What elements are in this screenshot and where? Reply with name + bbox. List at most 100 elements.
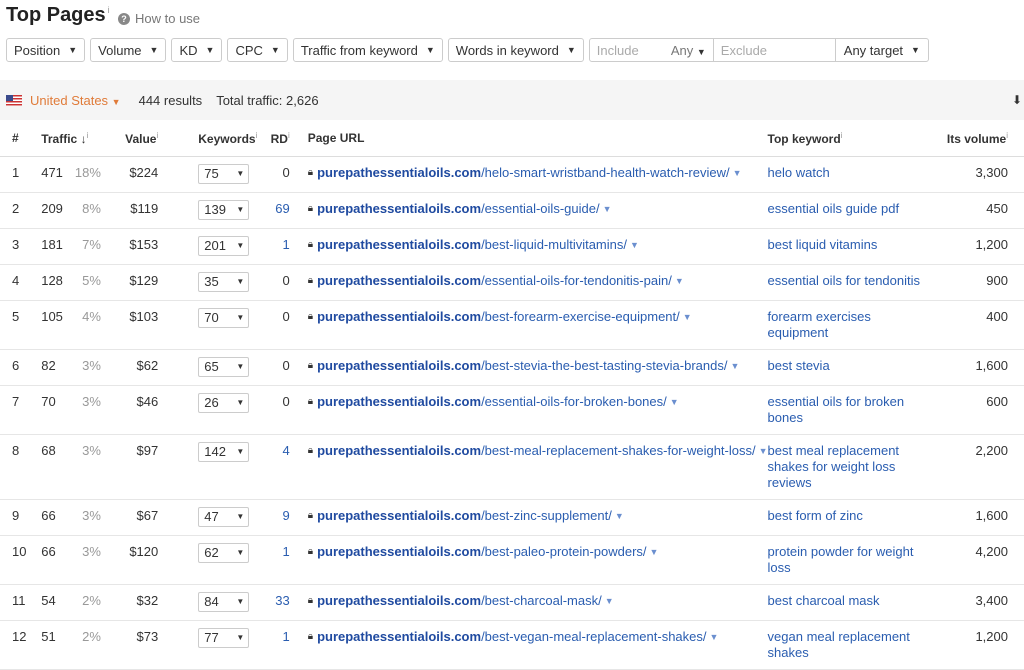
country-selector[interactable]: United States ▼ [30, 93, 121, 108]
referring-domains[interactable]: 1 [267, 621, 290, 653]
any-dropdown[interactable]: Any ▼ [671, 43, 706, 58]
chevron-down-icon[interactable]: ▼ [605, 593, 614, 609]
row-number: 2 [12, 201, 20, 216]
chevron-down-icon[interactable]: ▼ [615, 508, 624, 524]
keywords-dropdown[interactable]: 47 ▼ [198, 507, 250, 527]
lock-icon: 🔒︎ [307, 275, 314, 286]
chevron-down-icon[interactable]: ▼ [710, 629, 719, 645]
page-url-link[interactable]: 🔒︎ purepathessentialoils.com/essential-oi… [308, 386, 768, 418]
chevron-down-icon[interactable]: ▼ [730, 358, 739, 374]
export-icon[interactable]: ⬇ [1012, 93, 1024, 107]
chevron-down-icon[interactable]: ▼ [683, 309, 692, 325]
keyword-volume: 4,200 [975, 544, 1008, 559]
top-keyword-link[interactable]: best charcoal mask [768, 585, 924, 617]
top-keyword-link[interactable]: vegan meal replacement shakes [768, 621, 924, 669]
exclude-input[interactable]: Exclude [714, 39, 836, 61]
keywords-dropdown[interactable]: 77 ▼ [198, 628, 250, 648]
referring-domains[interactable]: 9 [267, 500, 290, 532]
top-keyword-link[interactable]: essential oils guide pdf [768, 193, 924, 225]
keywords-dropdown[interactable]: 35 ▼ [198, 272, 250, 292]
any-target-dropdown[interactable]: Any target ▼ [836, 39, 928, 61]
volume-filter[interactable]: Volume ▼ [90, 38, 167, 62]
chevron-down-icon[interactable]: ▼ [670, 394, 679, 410]
keywords-dropdown[interactable]: 65 ▼ [198, 357, 250, 377]
col-page-url[interactable]: Page URL [289, 120, 768, 157]
page-url-link[interactable]: 🔒︎ purepathessentialoils.com/best-forearm… [308, 301, 768, 333]
chevron-down-icon: ▼ [205, 45, 215, 55]
words-in-keyword-label: Words in keyword [455, 42, 559, 58]
referring-domains[interactable]: 69 [267, 193, 289, 225]
url-domain: purepathessentialoils.com [317, 201, 482, 216]
top-keyword-link[interactable]: best meal replacement shakes for weight … [768, 435, 924, 499]
results-bar: United States ▼ 444 results Total traffi… [0, 80, 1024, 120]
page-url-link[interactable]: 🔒︎ purepathessentialoils.com/best-liquid-… [308, 229, 768, 261]
chevron-down-icon[interactable]: ▼ [650, 544, 659, 560]
keywords-dropdown[interactable]: 201 ▼ [198, 236, 250, 256]
page-url-link[interactable]: 🔒︎ purepathessentialoils.com/helo-smart-w… [308, 157, 768, 189]
info-icon: i [156, 130, 159, 140]
how-to-use-link[interactable]: ? How to use [118, 11, 200, 26]
chevron-down-icon[interactable]: ▼ [759, 443, 768, 459]
referring-domains: 0 [282, 273, 290, 288]
top-keyword-link[interactable]: helo watch [768, 157, 924, 189]
keywords-dropdown[interactable]: 26 ▼ [198, 393, 250, 413]
top-keyword-link[interactable]: best form of zinc [768, 500, 924, 532]
traffic-value-usd: $153 [129, 237, 159, 252]
top-keyword-link[interactable]: best liquid vitamins [768, 229, 924, 261]
keywords-dropdown[interactable]: 139 ▼ [198, 200, 250, 220]
page-url-link[interactable]: 🔒︎ purepathessentialoils.com/best-paleo-p… [308, 536, 768, 568]
traffic-value: 128 [41, 273, 63, 288]
top-keyword-link[interactable]: protein powder for weight loss [768, 536, 924, 584]
col-keywords[interactable]: Keywordsi [158, 120, 267, 157]
row-number: 7 [12, 394, 20, 409]
lock-icon: 🔒︎ [307, 203, 314, 214]
traffic-from-keyword-filter[interactable]: Traffic from keyword ▼ [292, 38, 443, 62]
chevron-down-icon[interactable]: ▼ [603, 201, 612, 217]
page-url-link[interactable]: 🔒︎ purepathessentialoils.com/best-stevia-… [308, 350, 768, 382]
page-url-link[interactable]: 🔒︎ purepathessentialoils.com/best-charcoa… [308, 585, 768, 617]
keywords-dropdown[interactable]: 62 ▼ [198, 543, 250, 563]
page-url-link[interactable]: 🔒︎ purepathessentialoils.com/best-meal-re… [308, 435, 768, 467]
traffic-value: 66 [41, 508, 56, 523]
chevron-down-icon[interactable]: ▼ [733, 165, 742, 181]
col-value-label: Value [125, 131, 157, 146]
position-filter[interactable]: Position ▼ [6, 38, 86, 62]
top-keyword-link[interactable]: essential oils for tendonitis [768, 265, 924, 297]
position-filter-label: Position [14, 42, 61, 58]
col-top-keyword[interactable]: Top keywordi [767, 120, 924, 157]
col-its-volume[interactable]: Its volumei [923, 120, 1024, 157]
include-input[interactable]: Include Any ▼ [590, 39, 714, 61]
info-icon[interactable]: i [108, 5, 110, 15]
keywords-dropdown[interactable]: 142 ▼ [198, 442, 250, 462]
traffic-value: 70 [41, 394, 56, 409]
keywords-dropdown[interactable]: 75 ▼ [198, 164, 250, 184]
chevron-down-icon[interactable]: ▼ [630, 237, 639, 253]
top-keyword-link[interactable]: best stevia [768, 350, 924, 382]
traffic-percent: 8% [82, 201, 101, 216]
lock-icon: 🔒︎ [307, 445, 314, 456]
page-url-link[interactable]: 🔒︎ purepathessentialoils.com/best-vegan-m… [308, 621, 768, 653]
col-value[interactable]: Valuei [110, 120, 159, 157]
page-url-link[interactable]: 🔒︎ purepathessentialoils.com/essential-oi… [308, 265, 768, 297]
top-keyword-link[interactable]: essential oils for broken bones [768, 386, 924, 434]
kd-filter[interactable]: KD ▼ [171, 38, 223, 62]
keywords-dropdown[interactable]: 84 ▼ [198, 592, 250, 612]
referring-domains[interactable]: 4 [267, 435, 290, 467]
page-url-link[interactable]: 🔒︎ purepathessentialoils.com/best-zinc-su… [308, 500, 768, 532]
top-pages-table: # Traffic ↓i Valuei Keywordsi RDi Page U… [0, 120, 1024, 670]
cpc-filter[interactable]: CPC ▼ [227, 38, 288, 62]
keywords-dropdown[interactable]: 70 ▼ [198, 308, 250, 328]
top-keyword-link[interactable]: forearm exercises equipment [768, 301, 924, 349]
chevron-down-icon[interactable]: ▼ [675, 273, 684, 289]
col-rd[interactable]: RDi [266, 120, 290, 157]
row-number: 4 [12, 273, 20, 288]
referring-domains[interactable]: 1 [267, 536, 290, 568]
col-traffic[interactable]: Traffic ↓i [41, 120, 111, 157]
traffic-percent: 3% [82, 394, 101, 409]
keyword-volume: 1,200 [975, 629, 1008, 644]
words-in-keyword-filter[interactable]: Words in keyword ▼ [447, 38, 584, 62]
referring-domains[interactable]: 1 [267, 229, 290, 261]
keyword-volume: 900 [986, 273, 1008, 288]
page-url-link[interactable]: 🔒︎ purepathessentialoils.com/essential-oi… [308, 193, 768, 225]
referring-domains[interactable]: 33 [267, 585, 289, 617]
